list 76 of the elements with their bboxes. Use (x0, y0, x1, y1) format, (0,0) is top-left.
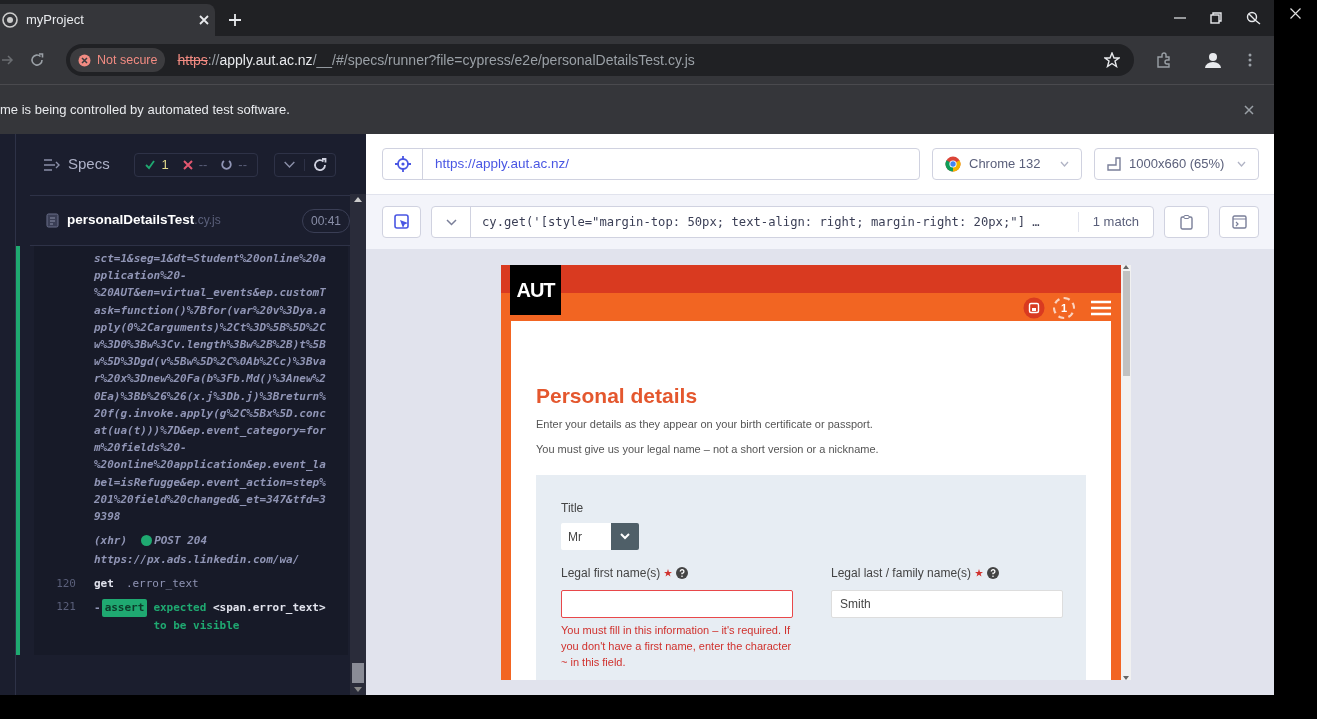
spec-filename[interactable]: personalDetailsTest.cy.js (67, 210, 221, 231)
star-icon[interactable] (1104, 52, 1120, 68)
chevron-down-icon (620, 533, 630, 540)
xhr-label: (xhr) (94, 533, 128, 550)
aut-logo[interactable]: AUT (510, 265, 561, 315)
tab-title: myProject (26, 11, 84, 30)
address-bar[interactable]: Not secure https://apply.aut.ac.nz/__/#/specs/runner?file=cypress/e2e/personalDetailsTest.cy.js (66, 44, 1134, 76)
line-number: 121 (55, 598, 77, 615)
field-label: Title (561, 500, 585, 517)
aut-url-field[interactable]: https://apply.aut.ac.nz/ (382, 148, 920, 180)
page-url: https://apply.aut.ac.nz/__/#/specs/runner?file=cypress/e2e/personalDetailsTest.cy.js (177, 50, 695, 70)
cursor-icon (393, 214, 410, 230)
assert-badge: assert (101, 598, 148, 617)
chevron-down-icon[interactable] (445, 218, 457, 226)
viewport-icon (1107, 157, 1121, 171)
restore-icon[interactable] (1210, 12, 1222, 24)
cross-icon (182, 159, 193, 170)
clipboard-icon (1180, 214, 1193, 230)
specs-list-icon (44, 158, 60, 171)
check-icon (145, 159, 156, 170)
security-label: Not secure (97, 51, 158, 69)
forward-arrow-icon[interactable] (2, 54, 14, 66)
new-tab-icon[interactable] (229, 14, 241, 26)
field-label: Legal last / family name(s) (831, 565, 972, 582)
pending-icon (221, 159, 233, 170)
scrollbar-thumb[interactable] (1122, 271, 1130, 376)
pending-count: -- (238, 155, 247, 174)
console-button[interactable] (1219, 206, 1259, 238)
cypress-logo-icon (2, 12, 18, 28)
profile-icon[interactable] (1204, 52, 1222, 68)
log-output: sct=1&seg=1&dt=Student%20online%20application%20-%20AUT&en=virtual_events&ep.customTask=function()%7Bfor(var%20v%3Dya.apply(0%2Carguments)%2Ct%3D%5B%5D%2Cw%3D0%3Bw%3Cv.length%3Bw%2B%2B)t%5Bw%5D%3Dgd(v%5Bw%5D%2C%0Ab%2Cc)%3Bvar%20x%3Dnew%20Fa(b%3Fb.Md()%3Anew%20Ea)%3Bb%26%26(x.j%3Db.j)%3Breturn%20f(g.invoke.apply(g%2C%5Bx%5D.concat(ua(t)))%7D&ep.event_category=form%20fields%20-%20online%20application&ep.event_label=isRefugge&ep.event_action=step%201%20field%20changed&_et=347&tfd=39398 (94, 251, 327, 526)
request-status: POST 204 (154, 533, 208, 550)
error-message: You must fill in this information – it's required. If you don't have a first name, enter the character ~ in this field. (561, 623, 793, 670)
caret-icon (1237, 161, 1246, 167)
target-icon[interactable] (394, 156, 411, 172)
browser-selector[interactable]: Chrome 132 (932, 148, 1082, 180)
document-icon (46, 213, 59, 228)
more-menu-icon[interactable] (1248, 53, 1252, 67)
scroll-up-icon[interactable] (1123, 265, 1129, 269)
reload-icon[interactable] (30, 53, 44, 67)
selector-field[interactable]: cy.get('[style="margin-top: 50px; text-align: right; margin-right: 20px;"] … 1 match (431, 206, 1154, 238)
not-secure-badge[interactable]: Not secure (70, 48, 166, 72)
copy-button[interactable] (1164, 206, 1209, 238)
command-message: .error_text (125, 576, 199, 593)
console-icon (1231, 215, 1247, 229)
text-input[interactable]: Smith (831, 590, 1063, 618)
error-icon (78, 53, 91, 67)
failed-count: -- (198, 155, 208, 174)
request-url: https://px.ads.linkedin.com/wa/ (94, 552, 301, 569)
help-icon[interactable] (676, 567, 689, 579)
viewport-selector[interactable]: 1000x660 (65%) (1094, 148, 1259, 180)
assert-dash: - (94, 599, 101, 616)
menu-icon[interactable] (1091, 300, 1111, 316)
line-number: 120 (55, 576, 77, 593)
command-name: get (94, 576, 114, 593)
magnifier-icon[interactable] (1246, 11, 1262, 25)
help-icon[interactable] (987, 567, 1000, 579)
intro-text: Enter your details as they appear on your birth certificate or passport. (536, 417, 874, 432)
selector-playground-button[interactable] (382, 206, 421, 238)
infobar-message: me is being controlled by automated test software. (0, 100, 290, 119)
scroll-up-icon[interactable] (354, 197, 362, 202)
passed-count: 1 (161, 155, 169, 174)
scroll-down-icon[interactable] (354, 687, 362, 692)
chrome-logo-icon (945, 156, 961, 172)
page-heading: Personal details (536, 382, 699, 408)
save-icon[interactable] (1023, 297, 1045, 319)
scrollbar-thumb[interactable] (352, 663, 364, 683)
text-input[interactable] (561, 590, 793, 618)
scroll-down-icon[interactable] (1123, 676, 1129, 680)
puzzle-icon[interactable] (1156, 52, 1172, 68)
caret-icon (1060, 161, 1069, 167)
browser-tab[interactable]: myProject (0, 4, 215, 36)
field-label: Legal first name(s) (561, 565, 661, 582)
panel-title: Specs (68, 154, 110, 175)
intro-text: You must give us your legal name – not a short version or a nickname. (536, 441, 880, 457)
assert-message: expected <span.error_text> to be visible (153, 599, 327, 634)
